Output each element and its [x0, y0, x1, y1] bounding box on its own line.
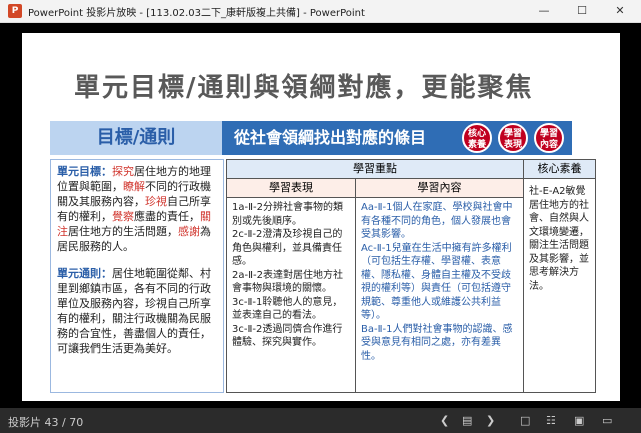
list-item: 1a-Ⅱ-2分辨社會事物的類別或先後順序。	[232, 202, 343, 227]
status-bar: 投影片 43 / 70 ❮ ▤ ❯ □ ☷ ▣ ▭	[0, 408, 641, 433]
badge-content: 學習內容	[534, 123, 564, 153]
goal-header: 目標/通則	[50, 121, 222, 155]
list-item: 3c-Ⅱ-2透過同儕合作進行體驗、探究與實作。	[232, 323, 343, 349]
previous-icon[interactable]: ❮	[440, 414, 449, 427]
content-title: 學習內容	[356, 179, 523, 198]
unit-goal: 單元目標：探究居住地方的地理位置與範圍，瞭解不同的行政機關及其服務內容，珍視自己…	[51, 160, 223, 258]
badge-performance: 學習表現	[498, 123, 528, 153]
badge-core: 核心素養	[462, 123, 492, 153]
goal-part: 覺察	[112, 210, 134, 223]
curriculum-table: 學習重點 核心素養 學習表現 1a-Ⅱ-2分辨社會事物的類別或先後順序。 2c-…	[226, 159, 596, 393]
slide: 單元目標/通則與領綱對應，更能聚焦 目標/通則 從社會領綱找出對應的條目 核心素…	[22, 33, 620, 401]
core-column: 社-E-A2敏覺居住地方的社會、自然與人文環境變遷，關注生活問題及其影響，並思考…	[524, 179, 595, 392]
next-icon[interactable]: ❯	[486, 414, 495, 427]
powerpoint-icon: P	[8, 4, 22, 18]
list-item: 2a-Ⅱ-2表達對居住地方社會事物與環境的關懷。	[232, 269, 343, 295]
list-item: 3c-Ⅱ-1聆聽他人的意見，並表達自己的看法。	[232, 296, 343, 322]
goal-part: 瞭解	[123, 180, 145, 193]
close-button[interactable]: ✕	[606, 0, 634, 22]
goals-panel: 單元目標：探究居住地方的地理位置與範圍，瞭解不同的行政機關及其服務內容，珍視自己…	[50, 159, 224, 393]
window-title: PowerPoint 投影片放映 - [113.02.03二下_康軒版複上共備]…	[28, 8, 365, 19]
core-text: 社-E-A2敏覺居住地方的社會、自然與人文環境變遷，關注生活問題及其影響，並思考…	[529, 186, 589, 292]
list-item: Ba-Ⅱ-1人們對社會事物的認識、感受與意見有相同之處，亦有差異性。	[361, 323, 513, 362]
goal-part: 應盡的責任，	[134, 210, 200, 223]
list-item: 2c-Ⅱ-2澄清及珍視自己的角色與權利，並具備責任感。	[232, 229, 343, 267]
performance-column: 學習表現 1a-Ⅱ-2分辨社會事物的類別或先後順序。 2c-Ⅱ-2澄清及珍視自己…	[227, 179, 356, 392]
content-column: 學習內容 Aa-Ⅱ-1個人在家庭、學校與社會中有各種不同的角色，個人發展也會受其…	[356, 179, 524, 392]
content-list: Aa-Ⅱ-1個人在家庭、學校與社會中有各種不同的角色，個人發展也會受其影響。 A…	[356, 198, 523, 366]
minimize-button[interactable]: —	[530, 0, 558, 22]
list-item: Ac-Ⅱ-1兒童在生活中擁有許多權利（可包括生存權、學習權、表意權、隱私權、身體…	[361, 242, 512, 322]
core-header: 核心素養	[524, 160, 595, 179]
goal-part: 珍視	[145, 195, 167, 208]
learning-focus-header: 學習重點	[227, 160, 524, 179]
unit-principle-label: 單元通則：	[57, 267, 112, 280]
unit-goal-label: 單元目標：	[57, 165, 112, 178]
maximize-button[interactable]: ☐	[568, 0, 596, 22]
slide-sorter-icon[interactable]: ▤	[462, 414, 472, 427]
goal-part: 感謝	[178, 225, 200, 238]
slide-title: 單元目標/通則與領綱對應，更能聚焦	[74, 73, 534, 103]
grid-view-icon[interactable]: ☷	[546, 414, 556, 427]
normal-view-icon[interactable]: □	[520, 414, 530, 427]
unit-principle-text: 居住地範圍從鄰、村里到鄉鎮市區，各有不同的行政單位及服務內容，珍視自己所享有的權…	[57, 267, 211, 355]
list-item: Aa-Ⅱ-1個人在家庭、學校與社會中有各種不同的角色，個人發展也會受其影響。	[361, 202, 513, 240]
slide-counter: 投影片 43 / 70	[8, 416, 84, 429]
title-bar: P PowerPoint 投影片放映 - [113.02.03二下_康軒版複上共…	[0, 0, 641, 23]
slideshow-icon[interactable]: ▭	[602, 414, 612, 427]
slideshow-area[interactable]: 單元目標/通則與領綱對應，更能聚焦 目標/通則 從社會領綱找出對應的條目 核心素…	[0, 23, 641, 408]
performance-list: 1a-Ⅱ-2分辨社會事物的類別或先後順序。 2c-Ⅱ-2澄清及珍視自己的角色與權…	[227, 198, 355, 353]
unit-principle: 單元通則：居住地範圍從鄰、村里到鄉鎮市區，各有不同的行政單位及服務內容，珍視自己…	[51, 262, 223, 360]
goal-part: 居住地方的生活問題，	[68, 225, 178, 238]
reading-view-icon[interactable]: ▣	[574, 414, 584, 427]
goal-part: 探究	[112, 165, 134, 178]
performance-title: 學習表現	[227, 179, 355, 198]
